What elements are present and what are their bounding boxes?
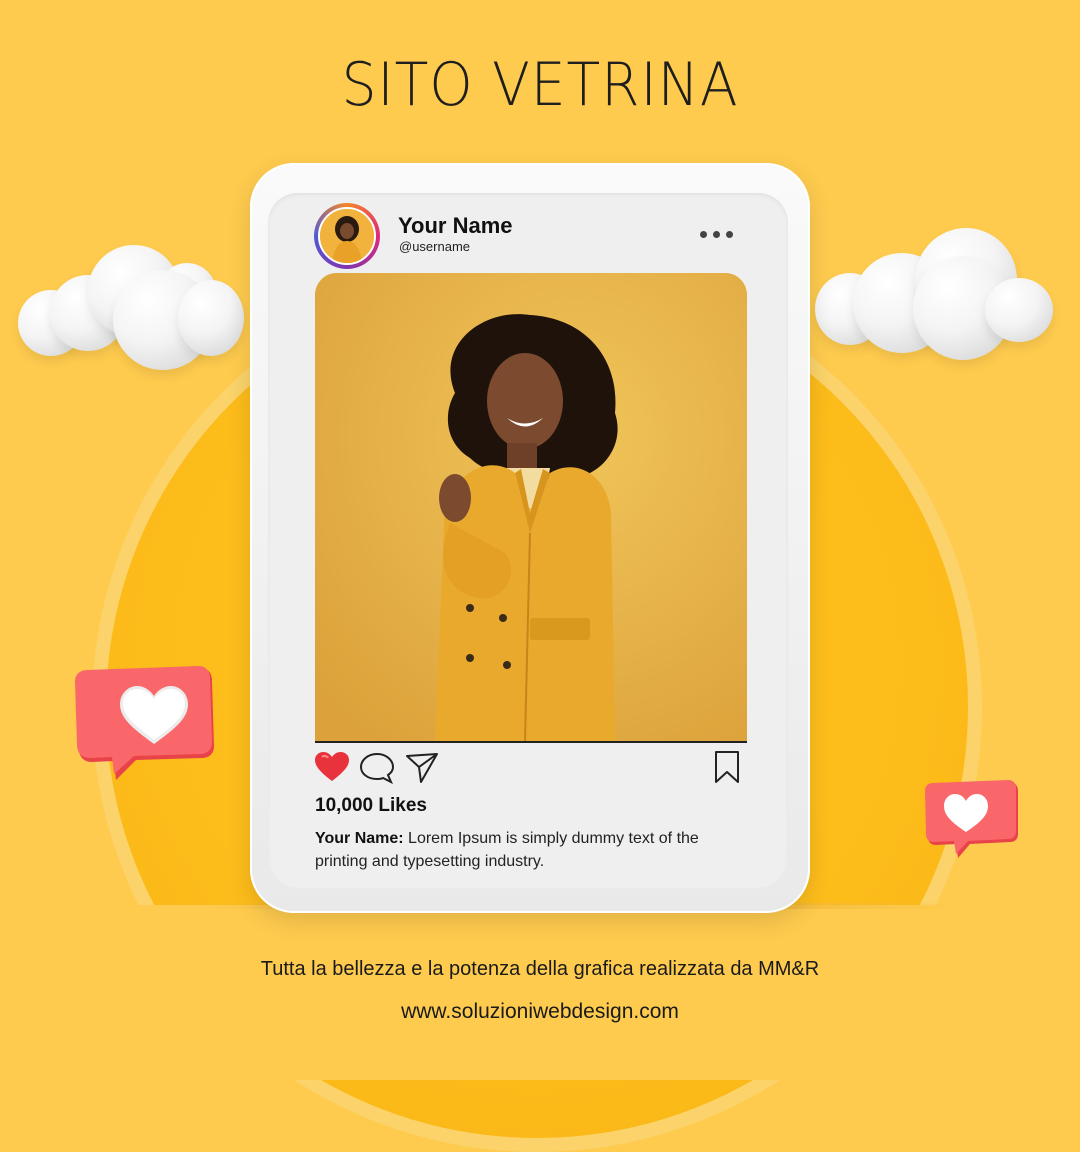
profile-username[interactable]: @username — [399, 239, 470, 254]
post-card: Your Name @username 10,000 Likes Your Na… — [268, 193, 788, 888]
post-image — [315, 273, 747, 743]
heart-bubble-icon — [75, 666, 214, 780]
heart-icon[interactable] — [315, 752, 349, 782]
cloud-icon — [815, 228, 1055, 360]
likes-count: 10,000 Likes — [315, 795, 427, 816]
footer-tagline: Tutta la bellezza e la potenza della gra… — [260, 958, 820, 980]
comment-icon[interactable] — [359, 752, 395, 784]
avatar[interactable] — [314, 203, 380, 269]
profile-name[interactable]: Your Name — [398, 213, 513, 239]
heart-bubble-icon — [925, 780, 1018, 858]
avatar-photo — [318, 207, 376, 265]
phone-frame: Your Name @username 10,000 Likes Your Na… — [250, 163, 810, 913]
caption-author[interactable]: Your Name: — [315, 830, 404, 847]
page-title: SITO VETRINA — [341, 50, 739, 120]
footer-website-link[interactable]: www.soluzioniwebdesign.com — [0, 1000, 1080, 1024]
bookmark-icon[interactable] — [713, 750, 741, 784]
more-dots-icon[interactable] — [700, 231, 733, 238]
post-actions — [315, 750, 747, 786]
cloud-icon — [18, 245, 248, 370]
ground — [0, 905, 1080, 1080]
post-caption: Your Name: Lorem Ipsum is simply dummy t… — [315, 827, 745, 873]
send-icon[interactable] — [405, 752, 439, 784]
